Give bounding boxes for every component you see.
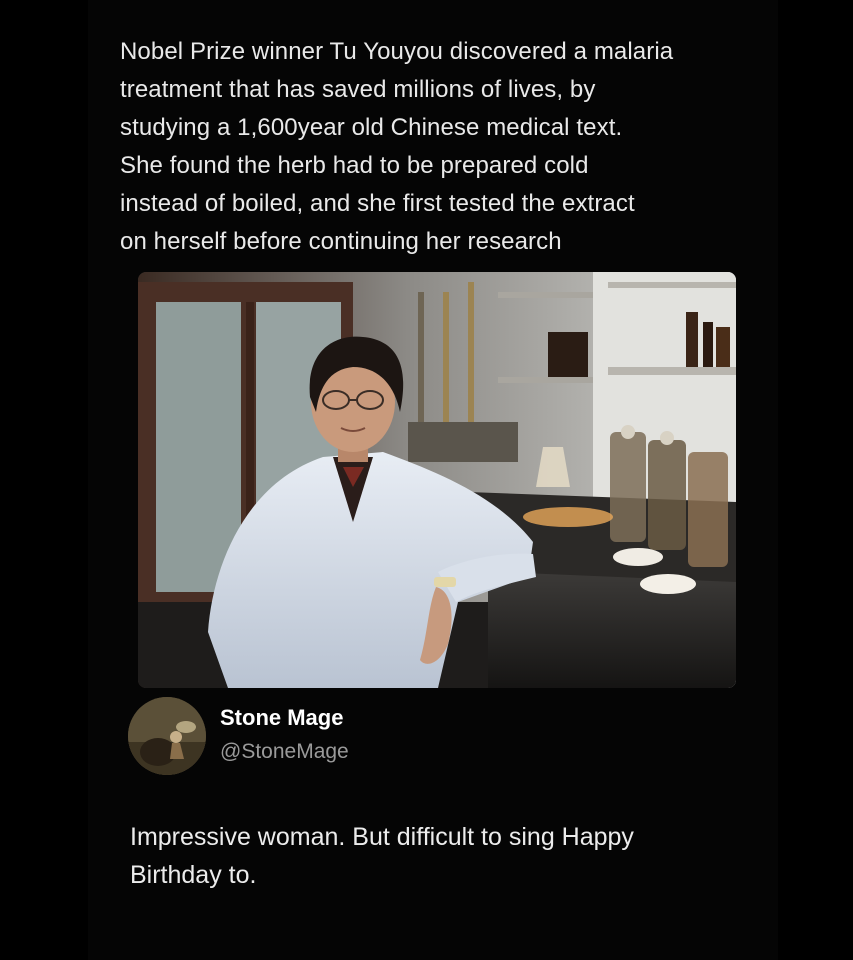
- author-handle[interactable]: @StoneMage: [220, 738, 349, 766]
- author-name[interactable]: Stone Mage: [220, 704, 343, 732]
- reply-text: Impressive woman. But difficult to sing …: [130, 823, 634, 889]
- post-text: Nobel Prize winner Tu Youyou discovered …: [120, 38, 674, 255]
- lab-photo-illustration: [138, 272, 736, 688]
- stone-mage-avatar-icon[interactable]: [128, 697, 206, 775]
- lab-photo[interactable]: [138, 272, 736, 688]
- avatar-illustration: [128, 697, 206, 775]
- screenshot-frame: Nobel Prize winner Tu Youyou discovered …: [0, 0, 853, 960]
